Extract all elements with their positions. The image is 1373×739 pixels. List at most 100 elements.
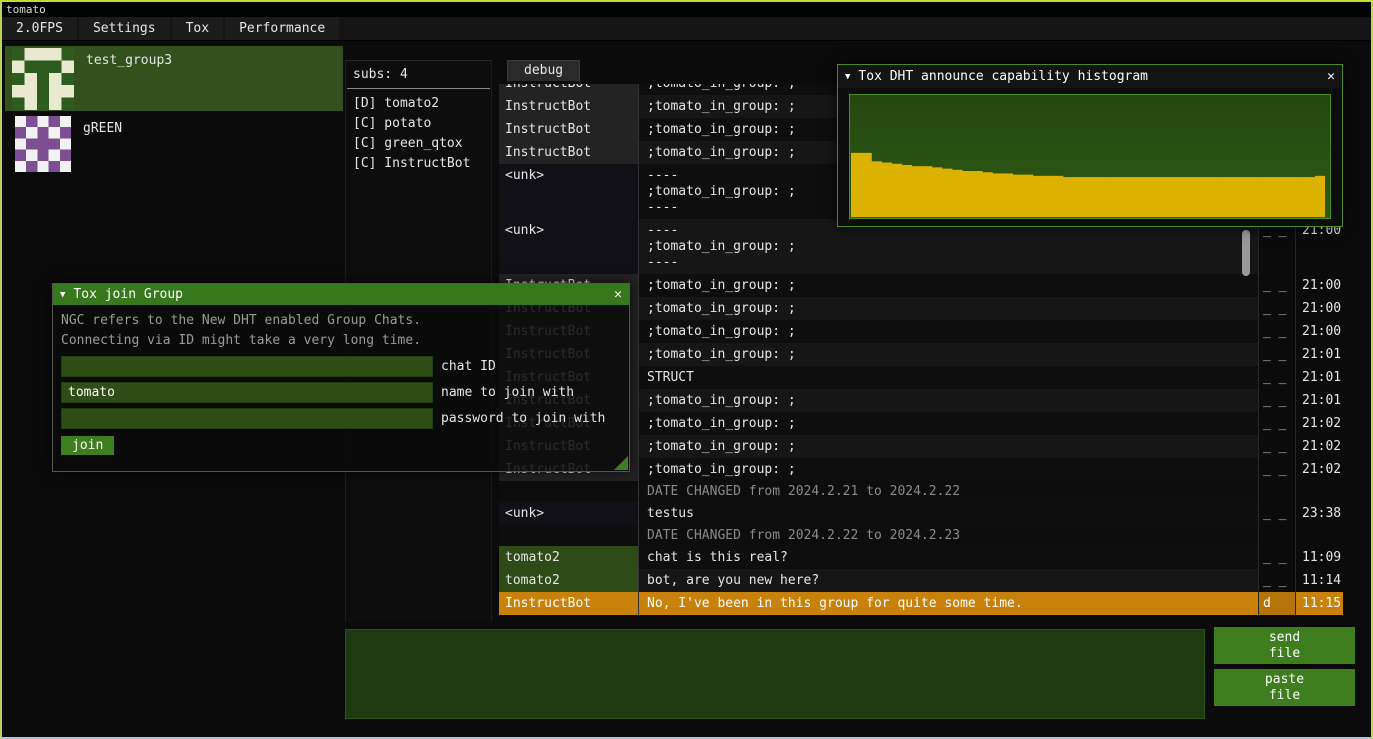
group-name: test_group3 <box>86 53 172 111</box>
subs-count-label: subs: 4 <box>346 61 491 85</box>
chat-id-label: chat ID <box>441 359 496 374</box>
receipt-marks: _ _ <box>1259 458 1296 481</box>
chat-message-row[interactable]: InstructBotNo, I've been in this group f… <box>499 592 1345 615</box>
group-item-gREEN[interactable]: gREEN <box>5 114 343 174</box>
sender-name: <unk> <box>499 164 639 219</box>
sender-name: InstructBot <box>499 141 639 164</box>
timestamp: 11:15 <box>1296 592 1343 615</box>
member-list-item[interactable]: [C] InstructBot <box>346 154 491 174</box>
join-name-input[interactable] <box>61 382 433 403</box>
close-icon[interactable]: ✕ <box>614 287 622 302</box>
paste-file-label-line2: file <box>1269 688 1300 704</box>
join-password-label: password to join with <box>441 411 605 426</box>
timestamp: 11:09 <box>1296 546 1343 569</box>
timestamp <box>1296 481 1343 502</box>
message-text: chat is this real? <box>639 546 1259 569</box>
histogram-plot-svg <box>851 96 1325 217</box>
close-icon[interactable]: ✕ <box>1327 69 1335 84</box>
fps-counter: 2.0FPS <box>2 17 77 40</box>
chat-message-row[interactable]: tomato2chat is this real?_ _11:09 <box>499 546 1345 569</box>
receipt-marks: _ _ <box>1259 366 1296 389</box>
sender-name: InstructBot <box>499 95 639 118</box>
group-avatar-icon <box>12 48 74 110</box>
send-file-label-line2: file <box>1269 646 1300 662</box>
message-input[interactable] <box>345 629 1205 719</box>
sender-name: InstructBot <box>499 118 639 141</box>
ngc-info-line: NGC refers to the New DHT enabled Group … <box>61 311 621 331</box>
message-text: DATE CHANGED from 2024.2.21 to 2024.2.22 <box>639 481 1259 502</box>
collapse-icon[interactable]: ▼ <box>845 72 850 82</box>
receipt-marks: _ _ <box>1259 219 1296 274</box>
collapse-icon[interactable]: ▼ <box>60 290 65 300</box>
send-file-label-line1: send <box>1269 630 1300 646</box>
member-list-item[interactable]: [D] tomato2 <box>346 94 491 114</box>
message-text: ;tomato_in_group: ; <box>639 297 1259 320</box>
group-avatar-icon <box>15 116 71 172</box>
sender-name: InstructBot <box>499 592 639 615</box>
message-text: testus <box>639 502 1259 525</box>
message-text: ;tomato_in_group: ; <box>639 389 1259 412</box>
timestamp: 21:01 <box>1296 366 1343 389</box>
timestamp: 21:02 <box>1296 435 1343 458</box>
histogram-plot <box>849 94 1331 219</box>
timestamp: 21:02 <box>1296 458 1343 481</box>
paste-file-label-line1: paste <box>1265 672 1304 688</box>
join-group-title: Tox join Group <box>73 287 183 302</box>
dht-histogram-titlebar[interactable]: ▼ Tox DHT announce capability histogram … <box>838 65 1342 88</box>
join-name-label: name to join with <box>441 385 574 400</box>
send-file-button[interactable]: send file <box>1214 627 1355 664</box>
timestamp: 21:01 <box>1296 389 1343 412</box>
message-text: ;tomato_in_group: ; <box>639 458 1259 481</box>
message-text: ;tomato_in_group: ; <box>639 274 1259 297</box>
chat-system-row[interactable]: DATE CHANGED from 2024.2.21 to 2024.2.22 <box>499 481 1345 502</box>
paste-file-button[interactable]: paste file <box>1214 669 1355 706</box>
menu-item-performance[interactable]: Performance <box>225 17 339 40</box>
receipt-marks: _ _ <box>1259 343 1296 366</box>
message-text: ;tomato_in_group: ; <box>639 320 1259 343</box>
chat-scrollbar[interactable] <box>1242 230 1250 276</box>
message-text: ;tomato_in_group: ; <box>639 412 1259 435</box>
timestamp <box>1296 525 1343 546</box>
sender-name: <unk> <box>499 219 639 274</box>
group-name: gREEN <box>83 121 122 174</box>
sender-name <box>499 481 639 502</box>
join-password-input[interactable] <box>61 408 433 429</box>
window-title: tomato <box>2 2 1371 17</box>
message-text: DATE CHANGED from 2024.2.22 to 2024.2.23 <box>639 525 1259 546</box>
chat-system-row[interactable]: DATE CHANGED from 2024.2.22 to 2024.2.23 <box>499 525 1345 546</box>
menu-item-settings[interactable]: Settings <box>79 17 170 40</box>
dht-histogram-title: Tox DHT announce capability histogram <box>858 69 1148 84</box>
join-button[interactable]: join <box>61 436 114 455</box>
timestamp: 21:00 <box>1296 219 1343 274</box>
timestamp: 21:01 <box>1296 343 1343 366</box>
ngc-info-line: Connecting via ID might take a very long… <box>61 331 621 351</box>
chat-message-row[interactable]: tomato2bot, are you new here?_ _11:14 <box>499 569 1345 592</box>
message-text: No, I've been in this group for quite so… <box>639 592 1259 615</box>
sender-name: tomato2 <box>499 569 639 592</box>
timestamp: 21:02 <box>1296 412 1343 435</box>
chat-id-input[interactable] <box>61 356 433 377</box>
sender-name <box>499 525 639 546</box>
separator <box>347 88 490 89</box>
chat-message-row[interactable]: <unk>---- ;tomato_in_group: ; ----_ _21:… <box>499 219 1345 274</box>
app-window: tomato 2.0FPS SettingsToxPerformance tes… <box>0 0 1373 739</box>
menu-item-tox[interactable]: Tox <box>172 17 223 40</box>
receipt-marks: _ _ <box>1259 546 1296 569</box>
member-list-item[interactable]: [C] green_qtox <box>346 134 491 154</box>
member-list: [D] tomato2[C] potato[C] green_qtox[C] I… <box>346 94 491 174</box>
receipt-marks: _ _ <box>1259 435 1296 458</box>
message-text: ;tomato_in_group: ; <box>639 343 1259 366</box>
chat-message-row[interactable]: <unk>testus_ _23:38 <box>499 502 1345 525</box>
menu-bar: 2.0FPS SettingsToxPerformance <box>2 17 1371 41</box>
receipt-marks: _ _ <box>1259 320 1296 343</box>
timestamp: 21:00 <box>1296 274 1343 297</box>
sender-name: InstructBot <box>499 84 639 95</box>
join-group-titlebar[interactable]: ▼ Tox join Group ✕ <box>53 284 629 305</box>
member-list-item[interactable]: [C] potato <box>346 114 491 134</box>
tab-debug[interactable]: debug <box>507 60 580 81</box>
group-list: test_group3 gREEN <box>5 46 343 177</box>
receipt-marks <box>1259 481 1296 502</box>
timestamp: 21:00 <box>1296 320 1343 343</box>
receipt-marks: d <box>1259 592 1296 615</box>
group-item-test_group3[interactable]: test_group3 <box>5 46 343 111</box>
